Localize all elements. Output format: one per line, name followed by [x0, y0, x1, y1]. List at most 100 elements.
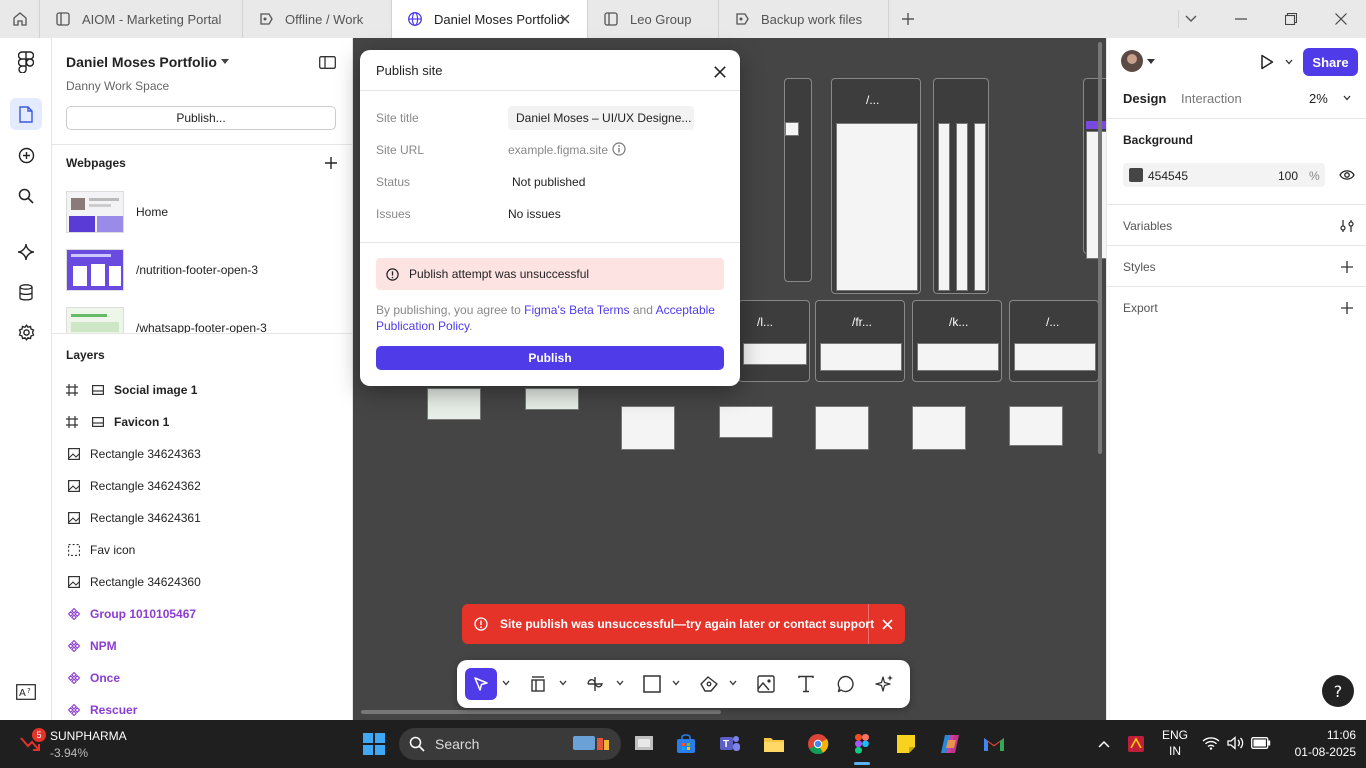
canvas-frame[interactable] [1086, 131, 1106, 259]
canvas-frame[interactable] [1009, 406, 1063, 446]
vertical-scrollbar[interactable] [1098, 42, 1102, 454]
chevron-down-icon[interactable] [729, 680, 737, 686]
present-button[interactable] [1257, 52, 1277, 72]
chevron-down-icon[interactable] [1147, 59, 1155, 64]
chevron-down-icon[interactable] [1285, 59, 1293, 65]
canvas-frame[interactable] [1086, 121, 1106, 129]
add-webpage-button[interactable] [322, 154, 340, 172]
layer-row[interactable]: Group 1010105467 [52, 598, 352, 630]
main-menu-button[interactable] [0, 46, 52, 78]
gmail-button[interactable] [978, 728, 1010, 760]
canvas-frame[interactable] [938, 123, 950, 291]
dismiss-toast-button[interactable] [868, 604, 905, 644]
toggle-sidebar-button[interactable] [316, 52, 338, 72]
canvas-frame[interactable] [427, 388, 481, 420]
publish-site-button[interactable]: Publish... [66, 106, 336, 130]
minimize-button[interactable] [1218, 0, 1264, 38]
canvas-frame-group[interactable]: /fr... [815, 300, 905, 382]
avatar[interactable] [1121, 50, 1143, 72]
move-tool[interactable] [465, 668, 497, 700]
accessibility-button[interactable]: A? [0, 676, 52, 708]
ai-tool-icon[interactable] [875, 674, 895, 694]
restore-button[interactable] [1268, 0, 1314, 38]
color-swatch[interactable] [1129, 168, 1143, 182]
info-icon[interactable] [612, 142, 626, 156]
canvas-frame-group[interactable] [933, 78, 989, 294]
plugins-button[interactable] [0, 236, 52, 268]
close-dialog-button[interactable] [710, 62, 730, 82]
frame-tool-icon[interactable] [529, 675, 547, 693]
chevron-down-icon[interactable] [502, 680, 510, 686]
image-tool-icon[interactable] [757, 675, 775, 693]
tab-design[interactable]: Design [1123, 91, 1166, 106]
clock[interactable]: 11:06 01-08-2025 [1282, 728, 1362, 760]
background-hex[interactable]: 454545 [1148, 169, 1188, 183]
tab-daniel-moses-portfolio[interactable]: Daniel Moses Portfolio [392, 0, 588, 38]
close-tab-icon[interactable] [558, 12, 572, 26]
interaction-tool-icon[interactable] [585, 675, 605, 693]
cms-button[interactable] [0, 276, 52, 308]
canvas-frame[interactable] [917, 343, 999, 371]
layer-row[interactable]: Once [52, 662, 352, 694]
canvas-frame-group[interactable] [783, 88, 803, 140]
canvas-frame[interactable] [525, 388, 579, 410]
help-button[interactable]: ? [1322, 675, 1354, 707]
zoom-level[interactable]: 2% [1309, 91, 1328, 106]
comment-tool-icon[interactable] [837, 675, 855, 693]
layer-row[interactable]: Fav icon [52, 534, 352, 566]
canvas-frame[interactable] [815, 406, 869, 450]
beta-terms-link[interactable]: Figma's Beta Terms [524, 303, 629, 317]
canvas-frame[interactable] [719, 406, 773, 438]
layer-row[interactable]: Rectangle 34624361 [52, 502, 352, 534]
settings-button[interactable] [0, 316, 52, 348]
background-opacity[interactable]: 100 [1278, 169, 1298, 183]
file-explorer-button[interactable] [758, 728, 790, 760]
language-indicator[interactable]: ENG IN [1160, 728, 1190, 760]
sticky-notes-button[interactable] [890, 728, 922, 760]
layer-row[interactable]: Rectangle 34624360 [52, 566, 352, 598]
file-name[interactable]: Daniel Moses Portfolio [66, 54, 217, 70]
tab-aiom-marketing-portal[interactable]: AIOM - Marketing Portal [40, 0, 243, 38]
layer-row[interactable]: Social image 1 [52, 374, 352, 406]
tab-offline-work[interactable]: Offline / Work [243, 0, 392, 38]
layer-row[interactable]: Rescuer [52, 694, 352, 720]
add-export-button[interactable] [1337, 298, 1357, 318]
canvas-frame[interactable] [956, 123, 968, 291]
battery-icon[interactable] [1251, 737, 1271, 749]
home-button[interactable] [0, 0, 40, 38]
site-title-field[interactable]: Daniel Moses – UI/UX Designe... [508, 106, 694, 130]
chrome-button[interactable] [802, 728, 834, 760]
variables-button[interactable] [1337, 216, 1357, 236]
horizontal-scrollbar[interactable] [361, 710, 721, 714]
layer-row[interactable]: Rectangle 34624362 [52, 470, 352, 502]
canvas-frame[interactable] [785, 122, 799, 136]
canvas-frame-group[interactable]: /... [831, 78, 921, 294]
taskbar-search[interactable]: Search [399, 728, 621, 760]
stock-widget[interactable]: 5 SUNPHARMA -3.94% [16, 726, 146, 762]
teams-button[interactable]: T [714, 728, 746, 760]
rectangle-tool-icon[interactable] [643, 675, 661, 693]
workspace-name[interactable]: Danny Work Space [66, 79, 169, 93]
pages-button[interactable] [0, 98, 52, 130]
tab-backup-work-files[interactable]: Backup work files [719, 0, 889, 38]
canvas-frame-group[interactable]: /... [1009, 300, 1099, 382]
canvas-frame-group[interactable]: /k... [912, 300, 1002, 382]
canvas-frame[interactable] [912, 406, 966, 450]
publish-button[interactable]: Publish [376, 346, 724, 370]
share-button[interactable]: Share [1303, 48, 1358, 76]
tab-interaction[interactable]: Interaction [1181, 91, 1242, 106]
background-color-field[interactable]: 454545 100 % [1123, 163, 1325, 187]
volume-icon[interactable] [1227, 736, 1245, 750]
layer-row[interactable]: Rectangle 34624363 [52, 438, 352, 470]
file-menu-dropdown[interactable] [216, 52, 234, 70]
canvas-frame[interactable] [974, 123, 986, 291]
webpage-item-home[interactable]: Home [52, 186, 352, 238]
webpage-item-whatsapp-footer-open-3[interactable]: /whatsapp-footer-open-3 [52, 302, 352, 334]
chevron-down-icon[interactable] [1343, 95, 1351, 101]
new-tab-button[interactable] [896, 10, 920, 28]
layer-row[interactable]: Favicon 1 [52, 406, 352, 438]
canvas-frame[interactable] [1014, 343, 1096, 371]
chevron-down-icon[interactable] [672, 680, 680, 686]
canvas-frame-group[interactable]: /l... [738, 300, 810, 382]
tray-app-icon[interactable] [1126, 734, 1146, 754]
